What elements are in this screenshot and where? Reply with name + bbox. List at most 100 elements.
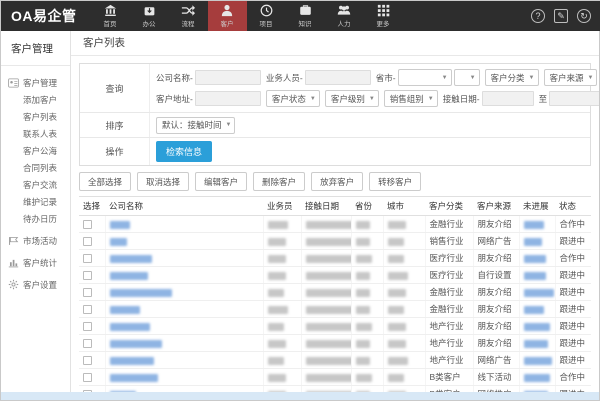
bottom-strip (1, 392, 599, 400)
city-select[interactable]: ▼ (453, 69, 480, 86)
sidebar-item-添加客户[interactable]: 添加客户 (1, 91, 70, 108)
redacted-text (109, 322, 150, 331)
sort-select[interactable]: 默认：接触时间 ▼ (156, 116, 236, 134)
row-checkbox[interactable] (83, 305, 92, 315)
category-cell: 地产行业 (425, 351, 474, 369)
nav-item-hr[interactable]: 人力 (325, 1, 364, 31)
company-name-cell[interactable] (105, 368, 264, 386)
sales-group-select[interactable]: 销售组别 ▼ (383, 90, 438, 107)
redacted-text (387, 288, 406, 297)
sidebar-item-cust-mgmt[interactable]: 客户管理 (1, 74, 70, 91)
salesperson-cell (263, 266, 302, 284)
sidebar-item-客户交流[interactable]: 客户交流 (1, 176, 70, 193)
row-checkbox[interactable] (83, 339, 92, 349)
sidebar-item-联系人表[interactable]: 联系人表 (1, 125, 70, 142)
action-button-编辑客户[interactable]: 编辑客户 (195, 172, 248, 191)
level-select[interactable]: 客户级别 ▼ (324, 90, 379, 107)
pending-cell[interactable] (519, 368, 556, 386)
pending-cell[interactable] (519, 232, 556, 250)
search-info-button[interactable]: 检索信息 (156, 141, 213, 162)
province-select[interactable]: ▼ (397, 69, 452, 86)
sidebar-item-label: 客户管理 (23, 77, 58, 88)
sidebar-item-维护记录[interactable]: 维护记录 (1, 193, 70, 210)
company-name-cell[interactable] (105, 300, 264, 318)
refresh-icon[interactable]: ↻ (577, 9, 591, 23)
province-cell (351, 300, 384, 318)
company-name-cell[interactable] (105, 351, 264, 369)
company-name-cell[interactable] (105, 249, 264, 267)
nav-item-label: 首页 (103, 20, 117, 28)
company-name-cell[interactable] (105, 266, 264, 284)
hr-icon (337, 4, 351, 17)
nav-item-more[interactable]: 更多 (364, 1, 403, 31)
action-button-全部选择[interactable]: 全部选择 (79, 172, 132, 191)
help-icon[interactable]: ? (531, 9, 545, 23)
column-header-省份: 省份 (351, 196, 383, 216)
nav-item-home[interactable]: 首页 (91, 1, 130, 31)
sidebar-item-待办日历[interactable]: 待办日历 (1, 210, 70, 227)
sidebar-item-market[interactable]: 市场活动 (1, 232, 70, 249)
row-checkbox[interactable] (83, 356, 92, 366)
action-button-转移客户[interactable]: 转移客户 (369, 172, 422, 191)
nav-item-office[interactable]: 办公 (130, 1, 169, 31)
source-cell: 自行设置 (473, 266, 520, 284)
sidebar-item-settings[interactable]: 客户设置 (1, 276, 70, 293)
pending-cell[interactable] (519, 334, 556, 352)
source-select[interactable]: 客户来源 ▼ (543, 69, 598, 86)
city-cell (383, 368, 426, 386)
nav-item-workflow[interactable]: 流程 (169, 1, 208, 31)
pending-cell[interactable] (519, 249, 556, 267)
pending-cell[interactable] (519, 215, 556, 233)
redacted-text (355, 288, 370, 297)
sidebar-item-客户公海[interactable]: 客户公海 (1, 142, 70, 159)
company-name-cell[interactable] (105, 334, 264, 352)
city-cell (383, 249, 426, 267)
row-checkbox[interactable] (83, 322, 92, 332)
address-input[interactable] (194, 91, 261, 106)
salesperson-input[interactable] (304, 70, 371, 85)
row-checkbox[interactable] (83, 271, 92, 281)
action-button-放弃客户[interactable]: 放弃客户 (311, 172, 364, 191)
redacted-text (523, 271, 546, 280)
row-checkbox[interactable] (83, 254, 92, 264)
sidebar-item-客户列表[interactable]: 客户列表 (1, 108, 70, 125)
nav-item-customer[interactable]: 客户 (207, 1, 247, 31)
sort-row-label: 排序 (80, 113, 150, 137)
sidebar-item-合同列表[interactable]: 合同列表 (1, 159, 70, 176)
pending-cell[interactable] (519, 300, 556, 318)
redacted-text (267, 271, 286, 280)
company-name-cell[interactable] (105, 317, 264, 335)
pending-cell[interactable] (519, 283, 556, 301)
company-name-input[interactable] (194, 70, 261, 85)
nav-item-project[interactable]: 项目 (247, 1, 286, 31)
row-checkbox[interactable] (83, 237, 92, 247)
category-select[interactable]: 客户分类 ▼ (484, 69, 539, 86)
company-name-cell[interactable] (105, 232, 264, 250)
company-name-cell[interactable] (105, 215, 264, 233)
status-select[interactable]: 客户状态 ▼ (265, 90, 320, 107)
company-name-cell[interactable] (105, 283, 264, 301)
pending-cell[interactable] (519, 351, 556, 369)
redacted-text (109, 305, 140, 314)
row-checkbox[interactable] (83, 220, 92, 230)
contact-date-cell (301, 368, 352, 386)
action-button-删除客户[interactable]: 删除客户 (253, 172, 306, 191)
column-header-选择: 选择 (79, 196, 105, 216)
contact-date-from-input[interactable] (481, 91, 534, 106)
redacted-text (305, 288, 350, 297)
pending-cell[interactable] (519, 317, 556, 335)
row-checkbox[interactable] (83, 288, 92, 298)
contact-date-cell (301, 317, 352, 335)
sidebar-item-stats[interactable]: 客户统计 (1, 254, 70, 271)
action-button-取消选择[interactable]: 取消选择 (137, 172, 190, 191)
category-cell: 金融行业 (425, 215, 474, 233)
source-cell: 线下活动 (473, 368, 520, 386)
redacted-text (387, 271, 408, 280)
contact-date-to-input[interactable] (549, 91, 599, 106)
pending-cell[interactable] (519, 266, 556, 284)
nav-item-knowledge[interactable]: 知识 (286, 1, 325, 31)
sidebar-item-label: 客户设置 (23, 279, 58, 290)
row-checkbox[interactable] (83, 373, 92, 383)
edit-icon[interactable]: ✎ (554, 9, 568, 23)
category-cell: 医疗行业 (425, 249, 474, 267)
